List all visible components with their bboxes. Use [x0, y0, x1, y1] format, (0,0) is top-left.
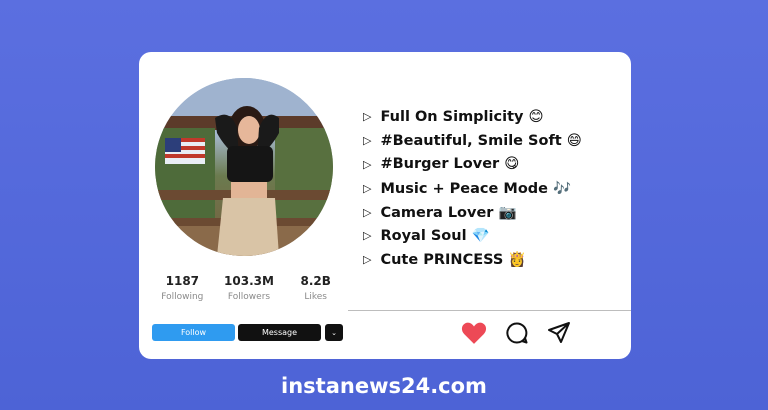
message-button[interactable]: Message: [238, 324, 321, 341]
chevron-down-icon[interactable]: ⌄: [325, 324, 343, 341]
bio-line: ▷ Music + Peace Mode 🎶: [363, 176, 625, 200]
bio-text: Music + Peace Mode 🎶: [380, 180, 572, 197]
bio-list: ▷ Full On Simplicity 😊 ▷ #Beautiful, Smile…: [363, 105, 625, 272]
follow-button[interactable]: Follow: [152, 324, 235, 341]
stat-value: 8.2B: [300, 274, 331, 288]
bio-line: ▷ Full On Simplicity 😊: [363, 105, 625, 129]
avatar[interactable]: [155, 78, 333, 256]
bio-text: #Burger Lover 😋: [380, 156, 520, 173]
stat-label: Followers: [227, 292, 271, 302]
bio-text: Camera Lover 📷: [380, 204, 517, 221]
bio-line: ▷ Royal Soul 💎: [363, 224, 625, 248]
stat-value: 103.3M: [224, 274, 274, 288]
bullet-icon: ▷: [363, 181, 372, 195]
bio-line: ▷ Camera Lover 📷: [363, 200, 625, 224]
bullet-icon: ▷: [363, 229, 372, 243]
profile-card: 1187 Following 103.3M Followers 8.2B Lik…: [139, 52, 631, 359]
bio-line: ▷ Cute PRINCESS 👸: [363, 248, 625, 272]
bio-text: Royal Soul 💎: [380, 228, 490, 245]
bullet-icon: ▷: [363, 110, 372, 124]
profile-photo-icon: [155, 78, 333, 256]
stat-label: Following: [161, 292, 204, 302]
profile-stats: 1187 Following 103.3M Followers 8.2B Lik…: [149, 274, 349, 308]
stat-label: Likes: [304, 292, 327, 302]
bullet-icon: ▷: [363, 157, 372, 171]
stat-following[interactable]: 1187 Following: [149, 274, 216, 308]
send-icon[interactable]: [547, 321, 571, 345]
stat-value: 1187: [165, 274, 200, 288]
comment-icon[interactable]: [505, 321, 529, 345]
bio-line: ▷ #Burger Lover 😋: [363, 153, 625, 177]
bio-line: ▷ #Beautiful, Smile Soft 😄: [363, 129, 625, 153]
bullet-icon: ▷: [363, 134, 372, 148]
stat-likes[interactable]: 8.2B Likes: [282, 274, 349, 308]
bullet-icon: ▷: [363, 253, 372, 267]
bio-text: #Beautiful, Smile Soft 😄: [380, 132, 582, 149]
divider: [348, 310, 631, 311]
site-footer: instanews24.com: [281, 374, 487, 398]
heart-icon[interactable]: [461, 321, 487, 345]
bullet-icon: ▷: [363, 205, 372, 219]
bio-text: Cute PRINCESS 👸: [380, 252, 527, 269]
bio-text: Full On Simplicity 😊: [380, 108, 544, 125]
stat-followers[interactable]: 103.3M Followers: [216, 274, 283, 308]
